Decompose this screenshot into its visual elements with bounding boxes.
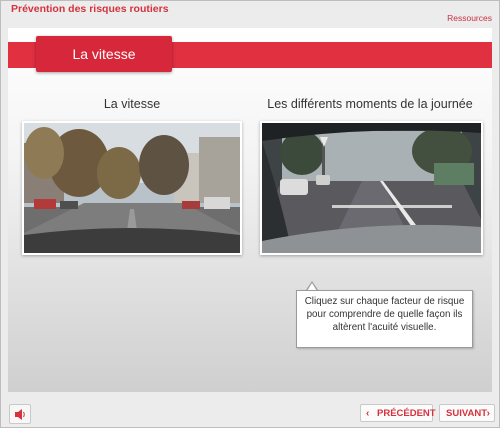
app-title: Prévention des risques routiers <box>11 3 169 15</box>
resources-link[interactable]: Ressources <box>447 13 492 23</box>
sound-button[interactable] <box>9 404 31 424</box>
urban-street-image <box>24 123 240 253</box>
speaker-icon <box>15 409 25 420</box>
chevron-left-icon: ‹ <box>366 408 370 419</box>
card-title-time-of-day: Les différents moments de la journée <box>267 97 473 111</box>
time-of-day-photo[interactable] <box>260 121 483 255</box>
next-button[interactable]: SUIVANT › <box>439 404 495 422</box>
previous-label: PRÉCÉDENT <box>377 408 436 419</box>
instruction-tooltip: Cliquez sur chaque facteur de risque pou… <box>296 290 473 348</box>
chevron-right-icon: › <box>486 408 490 419</box>
card-title-speed: La vitesse <box>103 97 161 111</box>
slide-title: La vitesse <box>72 46 136 62</box>
speed-photo[interactable] <box>22 121 242 255</box>
dashboard-road-image <box>262 123 481 253</box>
next-label: SUIVANT <box>446 408 487 419</box>
previous-button[interactable]: ‹ PRÉCÉDENT <box>360 404 436 422</box>
